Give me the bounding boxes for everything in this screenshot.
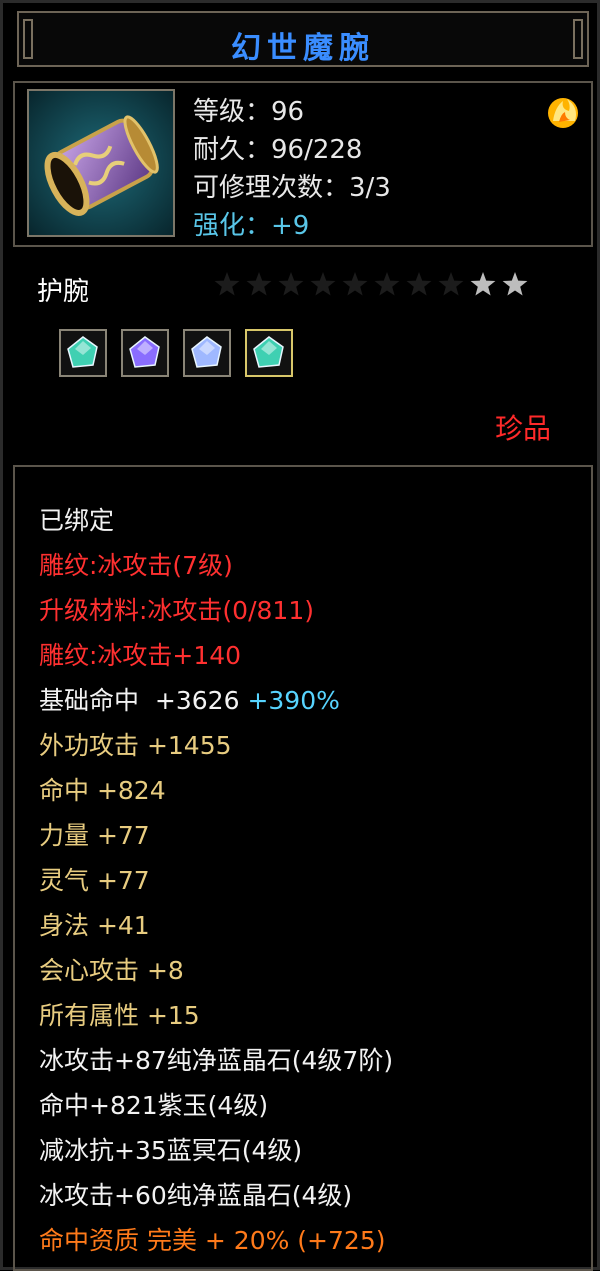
item-title: 幻世魔腕	[231, 31, 375, 66]
gem-icon	[253, 336, 284, 368]
star-icon-empty	[374, 272, 400, 296]
star-icon-empty	[406, 272, 432, 296]
engrave-level: 雕纹:冰攻击(7级)	[39, 551, 233, 580]
star-icon-empty	[310, 272, 336, 296]
bracer-icon-graphic	[29, 91, 173, 235]
item-tooltip: 幻世魔腕 等级：96 耐久：96/228 可修理次数：3/3 强化：+9 护腕 …	[0, 0, 600, 1271]
gem-line-1: 冰攻击+87纯净蓝晶石(4级7阶)	[39, 1046, 394, 1075]
gem-line-4: 冰攻击+60纯净蓝晶石(4级)	[39, 1181, 353, 1210]
star-icon-filled	[470, 272, 496, 296]
item-info-box: 等级：96 耐久：96/228 可修理次数：3/3 强化：+9	[13, 81, 593, 247]
gem-line-2: 命中+821紫玉(4级)	[39, 1091, 269, 1120]
gem-icon	[67, 336, 98, 368]
rarity-label: 珍品	[494, 412, 551, 445]
star-icon-empty	[342, 272, 368, 296]
star-icon-empty	[214, 272, 240, 296]
gem-slot[interactable]	[245, 329, 293, 377]
star-icon-filled	[502, 272, 528, 296]
hit-aptitude: 命中资质 完美 + 20% (+725)	[39, 1226, 386, 1255]
enhance-label: 强化：	[193, 211, 272, 241]
enhance-stat: 强化：+9	[193, 205, 309, 242]
spirit-stat: 灵气 +77	[39, 866, 150, 895]
attributes-box: 已绑定 雕纹:冰攻击(7级) 升级材料:冰攻击(0/811) 雕纹:冰攻击+14…	[13, 465, 593, 1271]
title-bar: 幻世魔腕	[17, 11, 589, 67]
gem-icon	[191, 336, 222, 368]
engrave-bonus: 雕纹:冰攻击+140	[39, 641, 242, 670]
item-type: 护腕	[37, 277, 90, 307]
upgrade-material: 升级材料:冰攻击(0/811)	[39, 596, 314, 625]
repair-count-stat: 可修理次数：3/3	[193, 173, 391, 203]
all-attributes-stat: 所有属性 +15	[39, 1001, 200, 1030]
gem-slot[interactable]	[121, 329, 169, 377]
star-rating	[214, 272, 528, 296]
bracer-icon	[27, 89, 175, 237]
star-icon-empty	[278, 272, 304, 296]
gem-slot[interactable]	[59, 329, 107, 377]
attack-stat: 外功攻击 +1455	[39, 731, 232, 760]
gem-slot[interactable]	[183, 329, 231, 377]
gem-icon	[129, 336, 160, 368]
durability-stat: 耐久：96/228	[193, 135, 363, 165]
strength-stat: 力量 +77	[39, 821, 150, 850]
level-stat: 等级：96	[193, 97, 305, 127]
enhance-value: +9	[271, 211, 310, 241]
bound-status: 已绑定	[39, 506, 115, 535]
gem-line-3: 减冰抗+35蓝冥石(4级)	[39, 1136, 303, 1165]
hit-stat: 命中 +824	[39, 776, 166, 805]
base-hit: 基础命中 +3626 +390%	[39, 681, 340, 717]
star-icon-empty	[438, 272, 464, 296]
base-hit-value: +3626	[154, 686, 240, 715]
agility-stat: 身法 +41	[39, 911, 150, 940]
base-hit-bonus: +390%	[247, 686, 340, 715]
crit-stat: 会心攻击 +8	[39, 956, 184, 985]
base-hit-label: 基础命中	[39, 686, 140, 715]
fire-element-icon	[548, 98, 578, 128]
star-icon-empty	[246, 272, 272, 296]
